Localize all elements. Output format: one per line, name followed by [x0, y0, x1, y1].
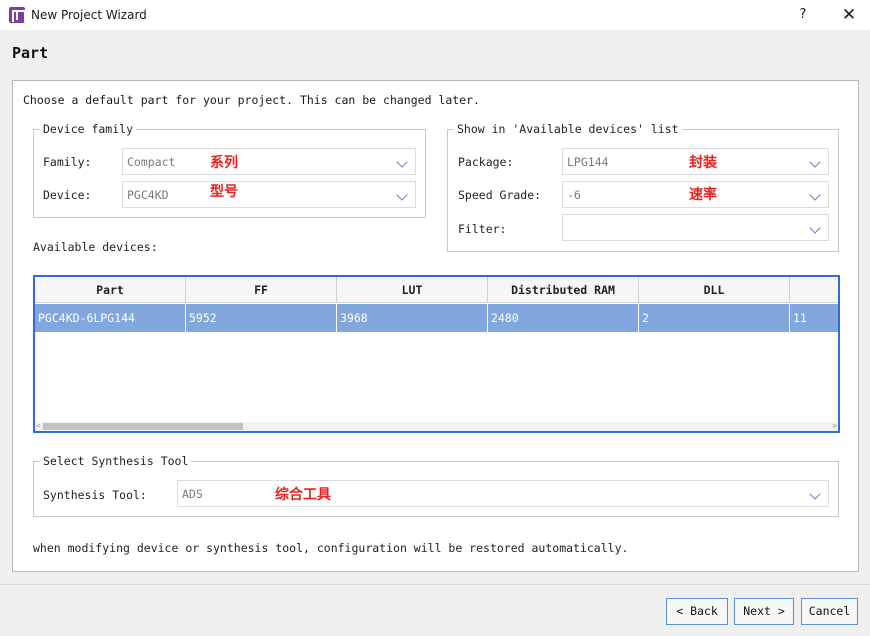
filter-label: Filter: [458, 222, 507, 236]
available-devices-label: Available devices: [33, 240, 158, 254]
synthesis-tool-label: Synthesis Tool: [43, 488, 147, 502]
window-title: New Project Wizard [31, 8, 147, 22]
synthesis-tool-value: ADS [182, 487, 203, 501]
package-value: LPG144 [567, 155, 609, 169]
column-header-more[interactable] [790, 277, 838, 303]
device-label: Device: [43, 188, 92, 202]
package-label: Package: [458, 155, 514, 169]
cell-ff: 5952 [186, 304, 337, 332]
available-devices-table[interactable]: Part FF LUT Distributed RAM DLL PGC4KD-6… [33, 275, 840, 433]
horizontal-scrollbar[interactable]: < > [35, 422, 838, 431]
bottom-divider [0, 584, 870, 585]
column-header-ff[interactable]: FF [186, 277, 337, 303]
show-in-list-legend: Show in 'Available devices' list [457, 122, 679, 136]
package-annotation: 封装 [689, 155, 717, 171]
chevron-down-icon [396, 189, 408, 201]
cell-distributed-ram: 2480 [488, 304, 639, 332]
intro-text: Choose a default part for your project. … [23, 93, 480, 107]
cell-lut: 3968 [337, 304, 488, 332]
speed-grade-label: Speed Grade: [458, 188, 542, 202]
cell-more: 11 [790, 304, 838, 332]
table-row[interactable]: PGC4KD-6LPG144 5952 3968 2480 2 11 [35, 304, 838, 332]
chevron-down-icon [396, 156, 408, 168]
scroll-left-icon[interactable]: < [36, 422, 40, 431]
close-button[interactable]: ✕ [828, 0, 870, 30]
family-value: Compact [127, 155, 176, 169]
column-header-dll[interactable]: DLL [639, 277, 790, 303]
title-bar: New Project Wizard ? ✕ [0, 0, 870, 30]
chevron-down-icon [809, 222, 821, 234]
back-button[interactable]: < Back [666, 598, 728, 625]
column-header-distributed-ram[interactable]: Distributed RAM [488, 277, 639, 303]
chevron-down-icon [809, 488, 821, 500]
device-family-legend: Device family [43, 122, 134, 136]
family-dropdown[interactable]: Compact [122, 148, 416, 175]
speed-grade-value: -6 [567, 188, 581, 202]
wizard-panel: Choose a default part for your project. … [12, 80, 859, 572]
scroll-right-icon[interactable]: > [833, 422, 837, 431]
speed-grade-annotation: 速率 [689, 187, 717, 203]
synthesis-tool-legend: Select Synthesis Tool [43, 454, 189, 468]
family-annotation: 系列 [210, 155, 238, 171]
family-label: Family: [43, 155, 92, 169]
chevron-down-icon [809, 156, 821, 168]
app-logo-icon [9, 7, 26, 23]
chevron-down-icon [809, 189, 821, 201]
device-annotation: 型号 [210, 184, 238, 200]
footer-note: when modifying device or synthesis tool,… [33, 541, 629, 555]
next-button[interactable]: Next > [734, 598, 794, 625]
table-header: Part FF LUT Distributed RAM DLL [35, 277, 838, 303]
scrollbar-thumb[interactable] [43, 423, 243, 430]
synthesis-tool-annotation: 综合工具 [275, 487, 331, 503]
help-button[interactable]: ? [785, 0, 821, 30]
column-header-lut[interactable]: LUT [337, 277, 488, 303]
page-title: Part [12, 44, 49, 62]
device-dropdown[interactable]: PGC4KD [122, 181, 416, 208]
filter-dropdown[interactable] [562, 214, 829, 241]
device-value: PGC4KD [127, 188, 169, 202]
cancel-button[interactable]: Cancel [801, 598, 858, 625]
column-header-part[interactable]: Part [35, 277, 186, 303]
cell-part: PGC4KD-6LPG144 [35, 304, 186, 332]
cell-dll: 2 [639, 304, 790, 332]
